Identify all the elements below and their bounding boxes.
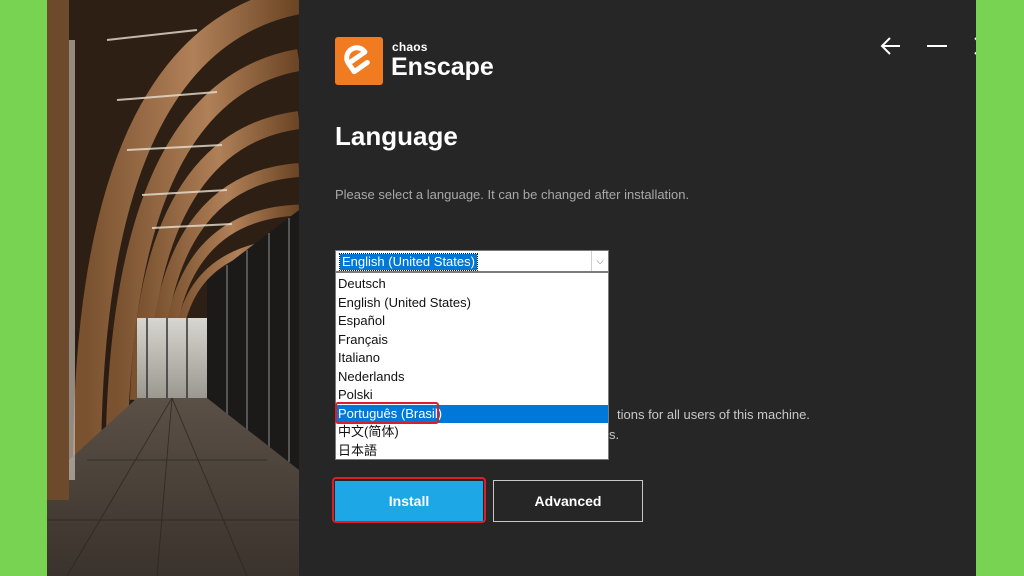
annotation-highlight-install	[332, 477, 486, 523]
brand-company: chaos	[392, 40, 428, 54]
brand-product-name: Enscape	[391, 53, 494, 81]
chevron-down-icon[interactable]: ⌵	[591, 251, 608, 271]
language-option-deutsch[interactable]: Deutsch	[336, 275, 608, 293]
close-icon[interactable]	[971, 34, 976, 58]
advanced-button[interactable]: Advanced	[493, 480, 643, 522]
language-option-espanol[interactable]: Español	[336, 312, 608, 330]
page-subtitle: Please select a language. It can be chan…	[335, 187, 690, 202]
language-dropdown-list: Deutsch English (United States) Español …	[335, 272, 609, 460]
minimize-icon[interactable]	[925, 34, 949, 58]
language-option-italiano[interactable]: Italiano	[336, 349, 608, 367]
language-select[interactable]: English (United States) ⌵	[335, 250, 609, 272]
main-panel: chaos Enscape Language Please select a l…	[299, 0, 976, 576]
language-option-francais[interactable]: Français	[336, 331, 608, 349]
installer-window: chaos Enscape Language Please select a l…	[47, 0, 976, 576]
hero-image	[47, 0, 299, 576]
annotation-highlight-portugues	[335, 402, 439, 424]
install-scope-text: tions for all users of this machine.	[617, 407, 810, 422]
page-title: Language	[335, 121, 458, 151]
language-option-nederlands[interactable]: Nederlands	[336, 368, 608, 386]
enscape-logo	[335, 37, 383, 85]
arrow-left-icon[interactable]	[879, 34, 903, 58]
language-select-value: English (United States)	[339, 253, 478, 271]
language-option-chinese-simplified[interactable]: 中文(简体)	[336, 423, 608, 441]
language-option-english-us[interactable]: English (United States)	[336, 294, 608, 312]
install-scope-text-2: s.	[609, 427, 620, 442]
language-option-japanese[interactable]: 日本語	[336, 442, 608, 460]
